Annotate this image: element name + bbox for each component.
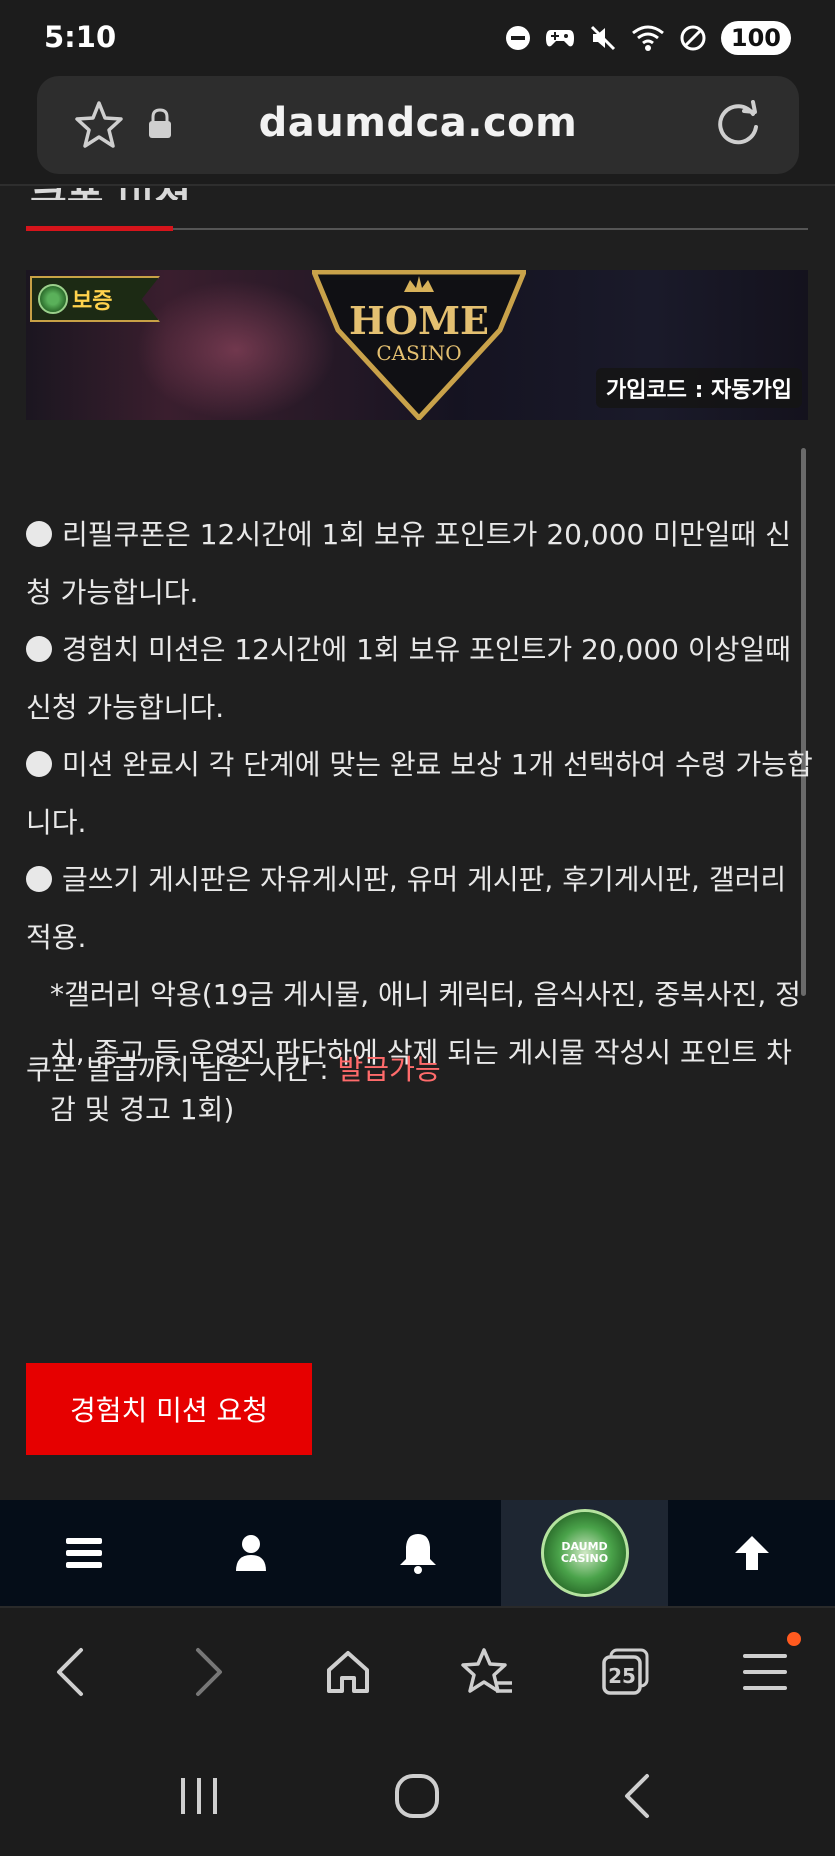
coupon-rules: 리필쿠폰은 12시간에 1회 보유 포인트가 20,000 미만일때 신청 가능… (26, 506, 816, 1139)
menu-button[interactable] (0, 1500, 167, 1606)
home-icon (326, 1651, 369, 1693)
rule-item: 리필쿠폰은 12시간에 1회 보유 포인트가 20,000 미만일때 신청 가능… (26, 518, 791, 609)
tabs-count: 25 (608, 1664, 636, 1688)
browser-address-area: daumdca.com (0, 74, 835, 186)
mute-icon (590, 25, 615, 51)
tab-active-indicator (26, 226, 173, 231)
logo-home-text: HOME (349, 298, 489, 343)
bell-icon (399, 1534, 436, 1574)
browser-toolbar: 25 (0, 1606, 835, 1736)
system-navigation-bar (0, 1736, 835, 1856)
forward-button[interactable] (159, 1622, 259, 1722)
recent-apps-icon (181, 1778, 218, 1814)
bookmarks-button[interactable] (437, 1622, 537, 1722)
reload-icon[interactable] (713, 100, 763, 150)
home-logo-button[interactable]: DAUMD CASINO (501, 1500, 668, 1606)
rule-item: 미션 완료시 각 단계에 맞는 완료 보상 1개 선택하여 수령 가능합니다. (26, 748, 813, 839)
coupon-timer: 쿠폰 발급까지 남은 시간 : 발급가능 (26, 1048, 441, 1088)
system-home-button[interactable] (367, 1756, 467, 1836)
recent-apps-button[interactable] (149, 1756, 249, 1836)
notifications-button[interactable] (334, 1500, 501, 1606)
page-content: 쿠폰 미션 보증 HOME CASINO 가입코드 : 자동가입 리필쿠폰은 1… (0, 188, 835, 1500)
status-icons: 100 (505, 20, 791, 56)
battery-indicator: 100 (720, 21, 791, 55)
daumd-casino-logo: DAUMD CASINO (540, 1509, 629, 1597)
rule-item: 글쓰기 게시판은 자유게시판, 유머 게시판, 후기게시판, 갤러리 적용. (26, 863, 787, 954)
experience-mission-request-button[interactable]: 경험치 미션 요청 (26, 1363, 312, 1455)
url-text[interactable]: daumdca.com (37, 100, 799, 146)
casino-ad-banner[interactable]: 보증 HOME CASINO 가입코드 : 자동가입 (26, 270, 808, 420)
back-button[interactable] (20, 1622, 120, 1722)
guarantee-badge-label: 보증 (72, 289, 113, 314)
user-icon (235, 1535, 266, 1571)
status-bar: 5:10 100 (0, 0, 835, 74)
notification-dot (787, 1632, 802, 1646)
chevron-right-icon (195, 1648, 222, 1696)
address-bar[interactable]: daumdca.com (37, 76, 799, 174)
logo-casino-text: CASINO (376, 341, 461, 365)
status-time: 5:10 (44, 20, 117, 54)
join-code-label: 가입코드 : 자동가입 (595, 368, 802, 408)
chevron-left-icon (56, 1648, 83, 1696)
tabs-icon: 25 (602, 1648, 649, 1695)
bullet-icon (26, 751, 52, 777)
arrow-up-icon (734, 1536, 769, 1570)
section-title-fragment: 쿠폰 미션 (30, 188, 191, 200)
back-arrow-icon (624, 1774, 649, 1818)
system-back-button[interactable] (586, 1756, 686, 1836)
home-circle-icon (395, 1774, 440, 1818)
profile-button[interactable] (167, 1500, 334, 1606)
blocked-icon (680, 25, 706, 51)
home-casino-logo: HOME CASINO (312, 270, 526, 420)
hamburger-menu-icon (65, 1538, 102, 1568)
bullet-icon (26, 521, 52, 547)
bookmarks-star-icon (461, 1648, 513, 1693)
guarantee-badge: 보증 (30, 276, 160, 322)
home-button[interactable] (298, 1622, 398, 1722)
coupon-timer-label: 쿠폰 발급까지 남은 시간 : (26, 1053, 338, 1086)
tabs-button[interactable]: 25 (576, 1622, 676, 1722)
browser-menu-button[interactable] (715, 1622, 815, 1722)
site-bottom-nav: DAUMD CASINO (0, 1500, 835, 1606)
wifi-icon (631, 25, 664, 51)
game-icon (545, 30, 574, 47)
scroll-top-button[interactable] (668, 1500, 835, 1606)
bullet-icon (26, 866, 52, 892)
rule-item: 경험치 미션은 12시간에 1회 보유 포인트가 20,000 이상일때 신청 … (26, 633, 791, 724)
coupon-timer-status: 발급가능 (337, 1053, 441, 1086)
dnd-icon (505, 26, 530, 50)
bullet-icon (26, 636, 52, 662)
menu-lines-icon (743, 1654, 788, 1690)
guarantee-coin-icon (38, 284, 68, 314)
